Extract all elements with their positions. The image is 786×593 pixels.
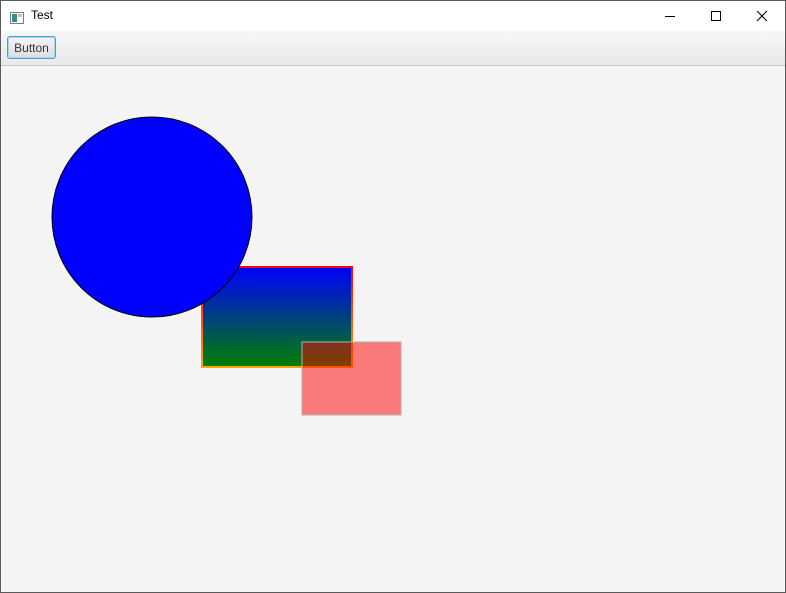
close-button[interactable]	[739, 1, 785, 31]
app-window: Test Button	[0, 0, 786, 593]
toolbar: Button	[1, 31, 785, 66]
close-icon	[756, 10, 768, 22]
window-title: Test	[31, 8, 54, 22]
minimize-button[interactable]	[647, 1, 693, 31]
title-bar[interactable]: Test	[1, 1, 785, 31]
maximize-icon	[711, 11, 721, 21]
translucent-red-rectangle	[301, 341, 402, 416]
app-window-icon	[10, 9, 24, 24]
main-button[interactable]: Button	[7, 36, 56, 59]
blue-circle	[51, 116, 253, 318]
maximize-button[interactable]	[693, 1, 739, 31]
drawing-canvas	[1, 66, 785, 592]
minimize-icon	[665, 16, 675, 17]
